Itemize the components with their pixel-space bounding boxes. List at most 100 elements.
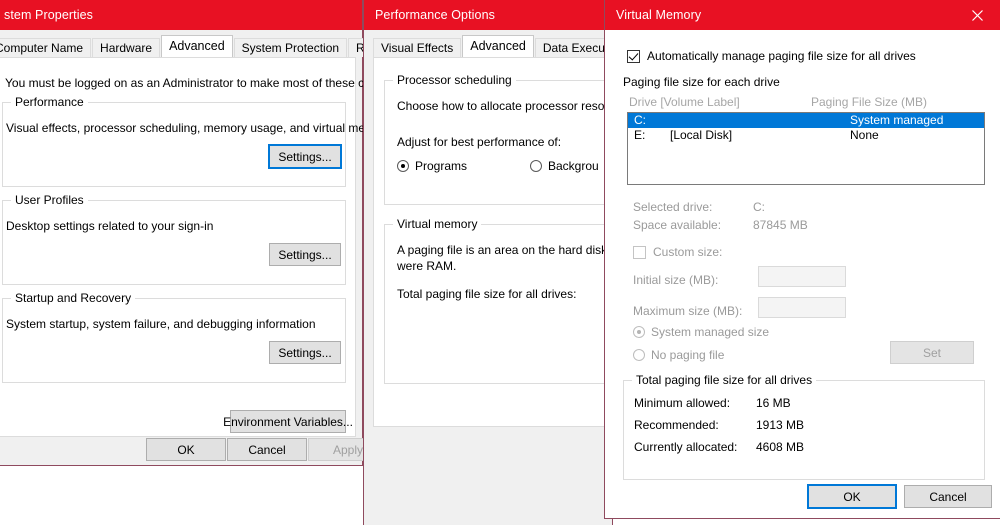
close-icon[interactable] bbox=[955, 0, 1000, 30]
virtual-memory-body: Automatically manage paging file size fo… bbox=[605, 30, 1000, 518]
radio-system-managed-indicator bbox=[633, 326, 645, 338]
row-drive: E: bbox=[634, 128, 646, 142]
performance-group: Performance Visual effects, processor sc… bbox=[2, 95, 392, 187]
selected-drive-value: C: bbox=[753, 200, 765, 214]
startup-recovery-description: System startup, system failure, and debu… bbox=[6, 317, 316, 331]
user-profiles-settings-label: Settings... bbox=[278, 247, 332, 262]
radio-no-paging-indicator bbox=[633, 349, 645, 361]
tab-performance-advanced[interactable]: Advanced bbox=[462, 35, 534, 57]
system-properties-cancel-label: Cancel bbox=[248, 442, 286, 457]
total-paging-size-legend: Total paging file size for all drives bbox=[632, 373, 817, 387]
radio-system-managed-size: System managed size bbox=[633, 325, 769, 339]
radio-no-paging-file: No paging file bbox=[633, 348, 724, 362]
tab-visual-effects[interactable]: Visual Effects bbox=[373, 38, 462, 57]
system-properties-body: Computer Name Hardware Advanced System P… bbox=[0, 30, 407, 465]
radio-system-managed-label: System managed size bbox=[651, 325, 770, 339]
currently-allocated-value: 4608 MB bbox=[756, 440, 805, 454]
radio-programs-label: Programs bbox=[415, 159, 468, 173]
initial-size-input bbox=[758, 266, 846, 287]
radio-background-indicator bbox=[530, 160, 542, 172]
environment-variables-button[interactable]: Environment Variables... bbox=[223, 410, 353, 433]
maximum-size-label: Maximum size (MB): bbox=[633, 304, 743, 318]
row-paging-size: System managed bbox=[850, 113, 944, 127]
startup-recovery-settings-button[interactable]: Settings... bbox=[269, 341, 341, 364]
administrator-notice: You must be logged on as an Administrato… bbox=[5, 76, 407, 90]
radio-programs-indicator bbox=[397, 160, 409, 172]
table-row[interactable]: C: System managed bbox=[628, 113, 984, 128]
virtual-memory-description-1: A paging file is an area on the hard dis… bbox=[397, 243, 608, 257]
advanced-tab-page: You must be logged on as an Administrato… bbox=[0, 57, 407, 437]
virtual-memory-dialog: Virtual Memory Automatically manage pagi… bbox=[604, 0, 1000, 519]
processor-scheduling-description: Choose how to allocate processor resou bbox=[397, 99, 612, 113]
system-properties-dialog: stem Properties Computer Name Hardware A… bbox=[0, 0, 407, 466]
environment-variables-label: Environment Variables... bbox=[223, 414, 353, 429]
custom-size-checkbox: Custom size: bbox=[633, 245, 722, 259]
total-paging-size-group: Total paging file size for all drives Mi… bbox=[623, 373, 985, 480]
performance-options-titlebar[interactable]: Performance Options bbox=[364, 0, 612, 30]
auto-manage-paging-checkbox[interactable]: Automatically manage paging file size fo… bbox=[627, 49, 916, 63]
space-available-label: Space available: bbox=[633, 218, 722, 232]
recommended-label: Recommended: bbox=[634, 418, 719, 432]
auto-manage-checkbox-label: Automatically manage paging file size fo… bbox=[647, 49, 916, 63]
performance-settings-label: Settings... bbox=[278, 149, 332, 164]
user-profiles-group: User Profiles Desktop settings related t… bbox=[2, 193, 346, 285]
system-properties-tabstrip: Computer Name Hardware Advanced System P… bbox=[0, 35, 407, 57]
minimum-allowed-label: Minimum allowed: bbox=[634, 396, 731, 410]
custom-size-checkbox-label: Custom size: bbox=[653, 245, 723, 259]
row-volume-label: [Local Disk] bbox=[670, 128, 733, 142]
performance-options-dialog: Performance Options Visual Effects Advan… bbox=[363, 0, 655, 525]
processor-scheduling-group: Processor scheduling Choose how to alloc… bbox=[384, 73, 634, 205]
startup-recovery-legend: Startup and Recovery bbox=[11, 291, 136, 305]
virtual-memory-ok-button[interactable]: OK bbox=[808, 485, 896, 508]
paging-drive-listbox[interactable]: C: System managed E: [Local Disk] None bbox=[627, 112, 985, 185]
tab-computer-name[interactable]: Computer Name bbox=[0, 38, 92, 57]
system-properties-cancel-button[interactable]: Cancel bbox=[227, 438, 307, 461]
radio-programs[interactable]: Programs bbox=[397, 159, 467, 173]
maximum-size-input bbox=[758, 297, 846, 318]
system-properties-ok-button[interactable]: OK bbox=[146, 438, 226, 461]
paging-file-size-group: Paging file size for each drive Drive [V… bbox=[623, 75, 985, 218]
custom-size-checkbox-box bbox=[633, 245, 646, 259]
tab-system-protection[interactable]: System Protection bbox=[233, 38, 348, 57]
system-properties-ok-label: OK bbox=[177, 442, 195, 457]
virtual-memory-ok-label: OK bbox=[843, 489, 861, 504]
radio-background-label: Backgrou bbox=[548, 159, 599, 173]
user-profiles-legend: User Profiles bbox=[11, 193, 88, 207]
currently-allocated-label: Currently allocated: bbox=[634, 440, 738, 454]
system-properties-apply-label: Apply bbox=[332, 442, 364, 457]
virtual-memory-title: Virtual Memory bbox=[616, 8, 702, 22]
set-button-label: Set bbox=[922, 345, 941, 360]
selected-drive-label: Selected drive: bbox=[633, 200, 713, 214]
performance-advanced-tab-page: Processor scheduling Choose how to alloc… bbox=[373, 57, 634, 427]
tab-advanced[interactable]: Advanced bbox=[161, 35, 233, 57]
virtual-memory-titlebar[interactable]: Virtual Memory bbox=[605, 0, 1000, 30]
system-properties-titlebar[interactable]: stem Properties bbox=[0, 0, 362, 30]
tab-hardware[interactable]: Hardware bbox=[92, 38, 161, 57]
row-paging-size: None bbox=[850, 128, 879, 142]
list-header-paging-size: Paging File Size (MB) bbox=[811, 95, 928, 109]
performance-options-tabstrip: Visual Effects Advanced Data Execution P… bbox=[373, 35, 655, 57]
adjust-for-best-performance-label: Adjust for best performance of: bbox=[397, 135, 562, 149]
virtual-memory-legend: Virtual memory bbox=[393, 217, 482, 231]
total-paging-file-size-label: Total paging file size for all drives: bbox=[397, 287, 577, 301]
virtual-memory-description-2: were RAM. bbox=[397, 259, 457, 273]
table-row[interactable]: E: [Local Disk] None bbox=[628, 128, 984, 143]
space-available-value: 87845 MB bbox=[753, 218, 808, 232]
radio-background-services[interactable]: Backgrou bbox=[530, 159, 599, 173]
system-properties-title: stem Properties bbox=[4, 8, 94, 22]
virtual-memory-group: Virtual memory A paging file is an area … bbox=[384, 217, 634, 384]
performance-legend: Performance bbox=[11, 95, 88, 109]
startup-recovery-group: Startup and Recovery System startup, sys… bbox=[2, 291, 346, 383]
list-header-drive: Drive [Volume Label] bbox=[629, 95, 740, 109]
processor-scheduling-legend: Processor scheduling bbox=[393, 73, 516, 87]
row-drive: C: bbox=[634, 113, 646, 127]
virtual-memory-cancel-button[interactable]: Cancel bbox=[904, 485, 992, 508]
set-button: Set bbox=[890, 341, 974, 364]
virtual-memory-cancel-label: Cancel bbox=[929, 489, 967, 504]
performance-options-body: Visual Effects Advanced Data Execution P… bbox=[364, 30, 655, 525]
minimum-allowed-value: 16 MB bbox=[756, 396, 791, 410]
initial-size-label: Initial size (MB): bbox=[633, 273, 719, 287]
user-profiles-settings-button[interactable]: Settings... bbox=[269, 243, 341, 266]
performance-settings-button[interactable]: Settings... bbox=[269, 145, 341, 168]
paging-file-size-legend: Paging file size for each drive bbox=[623, 75, 780, 89]
